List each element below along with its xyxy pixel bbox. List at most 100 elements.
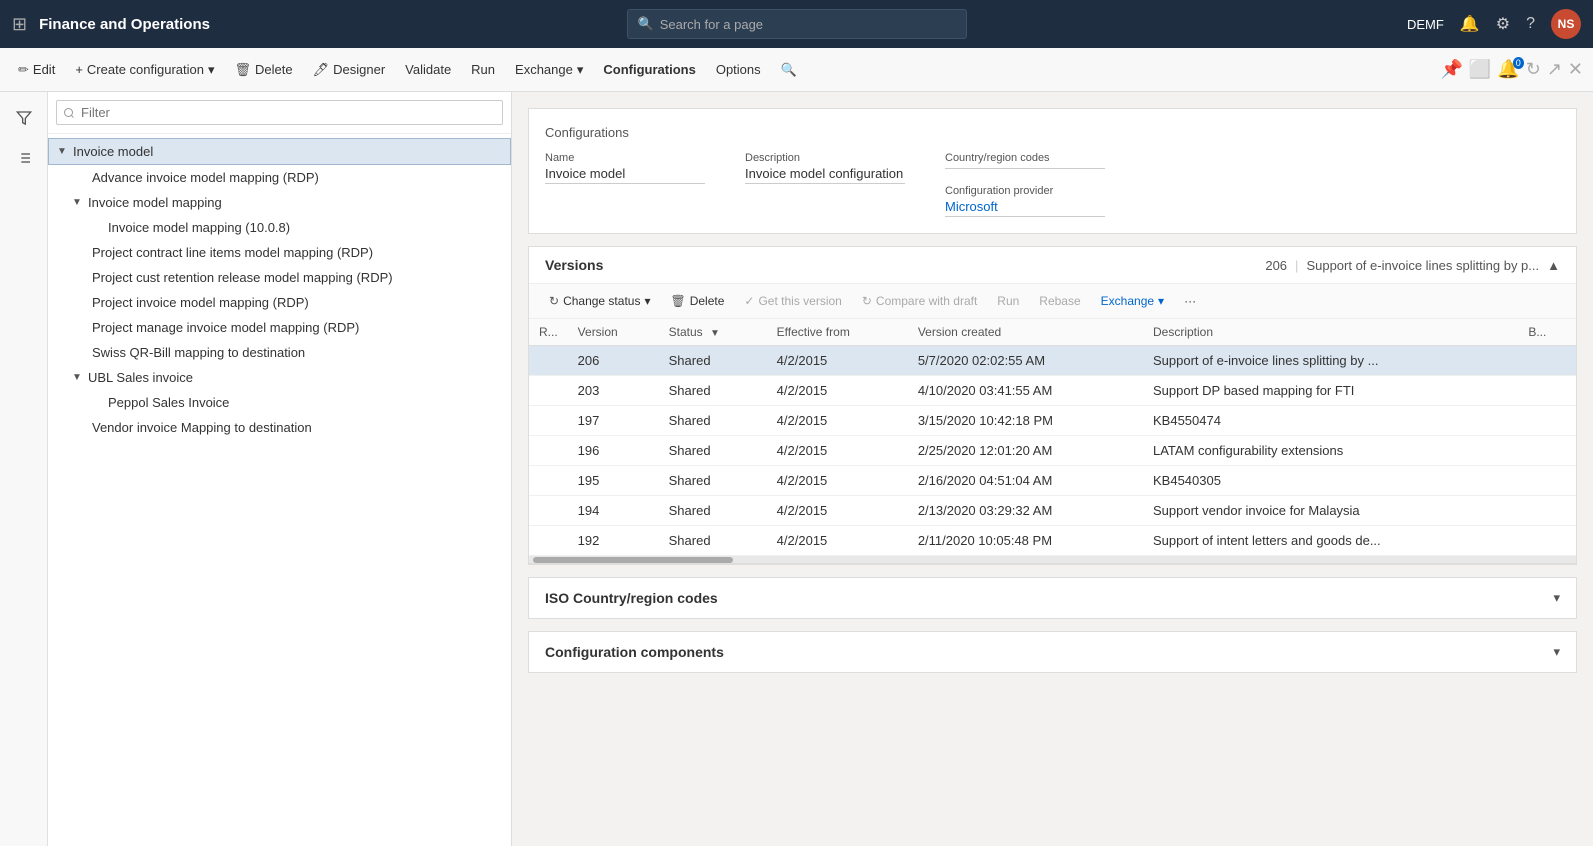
- list-icon[interactable]: [6, 140, 42, 176]
- tree-filter-input[interactable]: [56, 100, 503, 125]
- get-this-version-button[interactable]: ✓ Get this version: [736, 290, 849, 312]
- open-new-icon[interactable]: ↗: [1547, 59, 1562, 80]
- get-version-icon: ✓: [744, 294, 754, 308]
- col-r: R...: [529, 319, 568, 346]
- filter-sidebar-icon[interactable]: [6, 100, 42, 136]
- options-button[interactable]: Options: [708, 58, 769, 81]
- user-avatar[interactable]: NS: [1551, 9, 1581, 39]
- search-toolbar-button[interactable]: 🔍: [773, 58, 805, 82]
- designer-button[interactable]: 🖊 Designer: [305, 58, 394, 82]
- run-button[interactable]: Run: [463, 58, 503, 81]
- expand-icon[interactable]: ⬜: [1469, 59, 1491, 80]
- change-status-button[interactable]: ↻ Change status ▾: [541, 290, 658, 312]
- config-provider-field: Configuration provider Microsoft: [945, 185, 1105, 217]
- pin-icon[interactable]: 📌: [1440, 59, 1462, 80]
- exchange-button[interactable]: Exchange ▾: [507, 58, 591, 82]
- settings-gear-icon[interactable]: ⚙: [1496, 14, 1510, 34]
- trash-icon: 🗑: [235, 62, 252, 78]
- tree-item[interactable]: Invoice model mapping (10.0.8): [48, 215, 511, 240]
- table-row[interactable]: 195 Shared 4/2/2015 2/16/2020 04:51:04 A…: [529, 466, 1576, 496]
- status-filter-icon[interactable]: ▼: [710, 328, 720, 339]
- expand-icon: ▼: [72, 372, 84, 383]
- iso-section-header[interactable]: ISO Country/region codes ▾: [529, 578, 1576, 618]
- tree-item[interactable]: Vendor invoice Mapping to destination: [48, 415, 511, 440]
- tree-item[interactable]: Peppol Sales Invoice: [48, 390, 511, 415]
- detail-panel: Configurations Name Invoice model Descri…: [512, 92, 1593, 846]
- config-fields: Name Invoice model Description Invoice m…: [545, 152, 1560, 217]
- table-row[interactable]: 194 Shared 4/2/2015 2/13/2020 03:29:32 A…: [529, 496, 1576, 526]
- cell-status: Shared: [659, 526, 767, 556]
- tree-item[interactable]: ▼ Invoice model mapping: [48, 190, 511, 215]
- cell-version: 197: [568, 406, 659, 436]
- col-description: Description: [1143, 319, 1518, 346]
- tree-panel: ▼ Invoice model Advance invoice model ma…: [48, 92, 512, 846]
- config-components-header[interactable]: Configuration components ▾: [529, 632, 1576, 672]
- cell-r: [529, 406, 568, 436]
- versions-collapse-icon[interactable]: ▲: [1547, 258, 1560, 273]
- app-title: Finance and Operations: [39, 16, 210, 33]
- cell-effective-from: 4/2/2015: [767, 346, 908, 376]
- table-row[interactable]: 206 Shared 4/2/2015 5/7/2020 02:02:55 AM…: [529, 346, 1576, 376]
- refresh-icon[interactable]: ↻: [1526, 59, 1541, 80]
- main-toolbar: ✏ Edit + Create configuration ▾ 🗑 Delete…: [0, 48, 1593, 92]
- delete-button[interactable]: 🗑 Delete: [227, 58, 301, 82]
- cell-effective-from: 4/2/2015: [767, 466, 908, 496]
- scroll-thumb[interactable]: [533, 557, 733, 563]
- search-toolbar-icon: 🔍: [781, 62, 797, 78]
- versions-title: Versions: [545, 257, 1265, 273]
- create-configuration-button[interactable]: + Create configuration ▾: [67, 58, 222, 82]
- cell-version: 196: [568, 436, 659, 466]
- tree-item[interactable]: Swiss QR-Bill mapping to destination: [48, 340, 511, 365]
- tree-item[interactable]: Project cust retention release model map…: [48, 265, 511, 290]
- cell-b: [1518, 406, 1576, 436]
- cell-version-created: 2/11/2020 10:05:48 PM: [908, 526, 1143, 556]
- table-row[interactable]: 203 Shared 4/2/2015 4/10/2020 03:41:55 A…: [529, 376, 1576, 406]
- cell-r: [529, 346, 568, 376]
- versions-exchange-dropdown-icon: ▾: [1158, 294, 1164, 308]
- badge-notifications-icon[interactable]: 🔔 0: [1497, 59, 1519, 80]
- table-row[interactable]: 192 Shared 4/2/2015 2/11/2020 10:05:48 P…: [529, 526, 1576, 556]
- search-icon: 🔍: [638, 16, 654, 32]
- table-row[interactable]: 197 Shared 4/2/2015 3/15/2020 10:42:18 P…: [529, 406, 1576, 436]
- plus-icon: +: [75, 62, 83, 77]
- tree-item[interactable]: Project invoice model mapping (RDP): [48, 290, 511, 315]
- config-provider-value[interactable]: Microsoft: [945, 199, 1105, 217]
- configurations-button[interactable]: Configurations: [595, 58, 703, 81]
- notification-bell-icon[interactable]: 🔔: [1460, 14, 1480, 34]
- versions-count: 206: [1265, 258, 1287, 273]
- versions-run-button[interactable]: Run: [989, 290, 1027, 312]
- tree-item[interactable]: ▼ UBL Sales invoice: [48, 365, 511, 390]
- name-value: Invoice model: [545, 166, 705, 184]
- versions-delete-button[interactable]: 🗑 Delete: [662, 290, 732, 312]
- grid-icon[interactable]: ⊞: [12, 14, 27, 35]
- config-header-card: Configurations Name Invoice model Descri…: [528, 108, 1577, 234]
- cell-version-created: 5/7/2020 02:02:55 AM: [908, 346, 1143, 376]
- tree-item[interactable]: Project manage invoice model mapping (RD…: [48, 315, 511, 340]
- versions-exchange-button[interactable]: Exchange ▾: [1093, 290, 1172, 312]
- table-row[interactable]: 196 Shared 4/2/2015 2/25/2020 12:01:20 A…: [529, 436, 1576, 466]
- tree-item[interactable]: Project contract line items model mappin…: [48, 240, 511, 265]
- cell-version: 203: [568, 376, 659, 406]
- country-region-field: Country/region codes: [945, 152, 1105, 169]
- config-components-title: Configuration components: [545, 644, 1553, 660]
- horizontal-scrollbar[interactable]: [529, 556, 1576, 564]
- compare-with-draft-button[interactable]: ↻ Compare with draft: [854, 290, 985, 312]
- help-icon[interactable]: ?: [1526, 15, 1535, 33]
- config-header-title: Configurations: [545, 125, 1560, 140]
- global-search[interactable]: 🔍 Search for a page: [627, 9, 967, 39]
- toolbar-right-actions: 📌 ⬜ 🔔 0 ↻ ↗ ✕: [1440, 59, 1583, 80]
- versions-more-button[interactable]: ···: [1176, 290, 1204, 312]
- edit-button[interactable]: ✏ Edit: [10, 58, 63, 82]
- col-version: Version: [568, 319, 659, 346]
- tree-item[interactable]: ▼ Invoice model: [48, 138, 511, 165]
- config-components-collapse-icon: ▾: [1553, 644, 1560, 660]
- rebase-button[interactable]: Rebase: [1031, 290, 1088, 312]
- dropdown-arrow-icon: ▾: [208, 62, 215, 78]
- validate-button[interactable]: Validate: [397, 58, 459, 81]
- expand-icon: ▼: [72, 197, 84, 208]
- tree-item[interactable]: Advance invoice model mapping (RDP): [48, 165, 511, 190]
- cell-version: 195: [568, 466, 659, 496]
- close-icon[interactable]: ✕: [1568, 59, 1583, 80]
- cell-r: [529, 496, 568, 526]
- col-version-created: Version created: [908, 319, 1143, 346]
